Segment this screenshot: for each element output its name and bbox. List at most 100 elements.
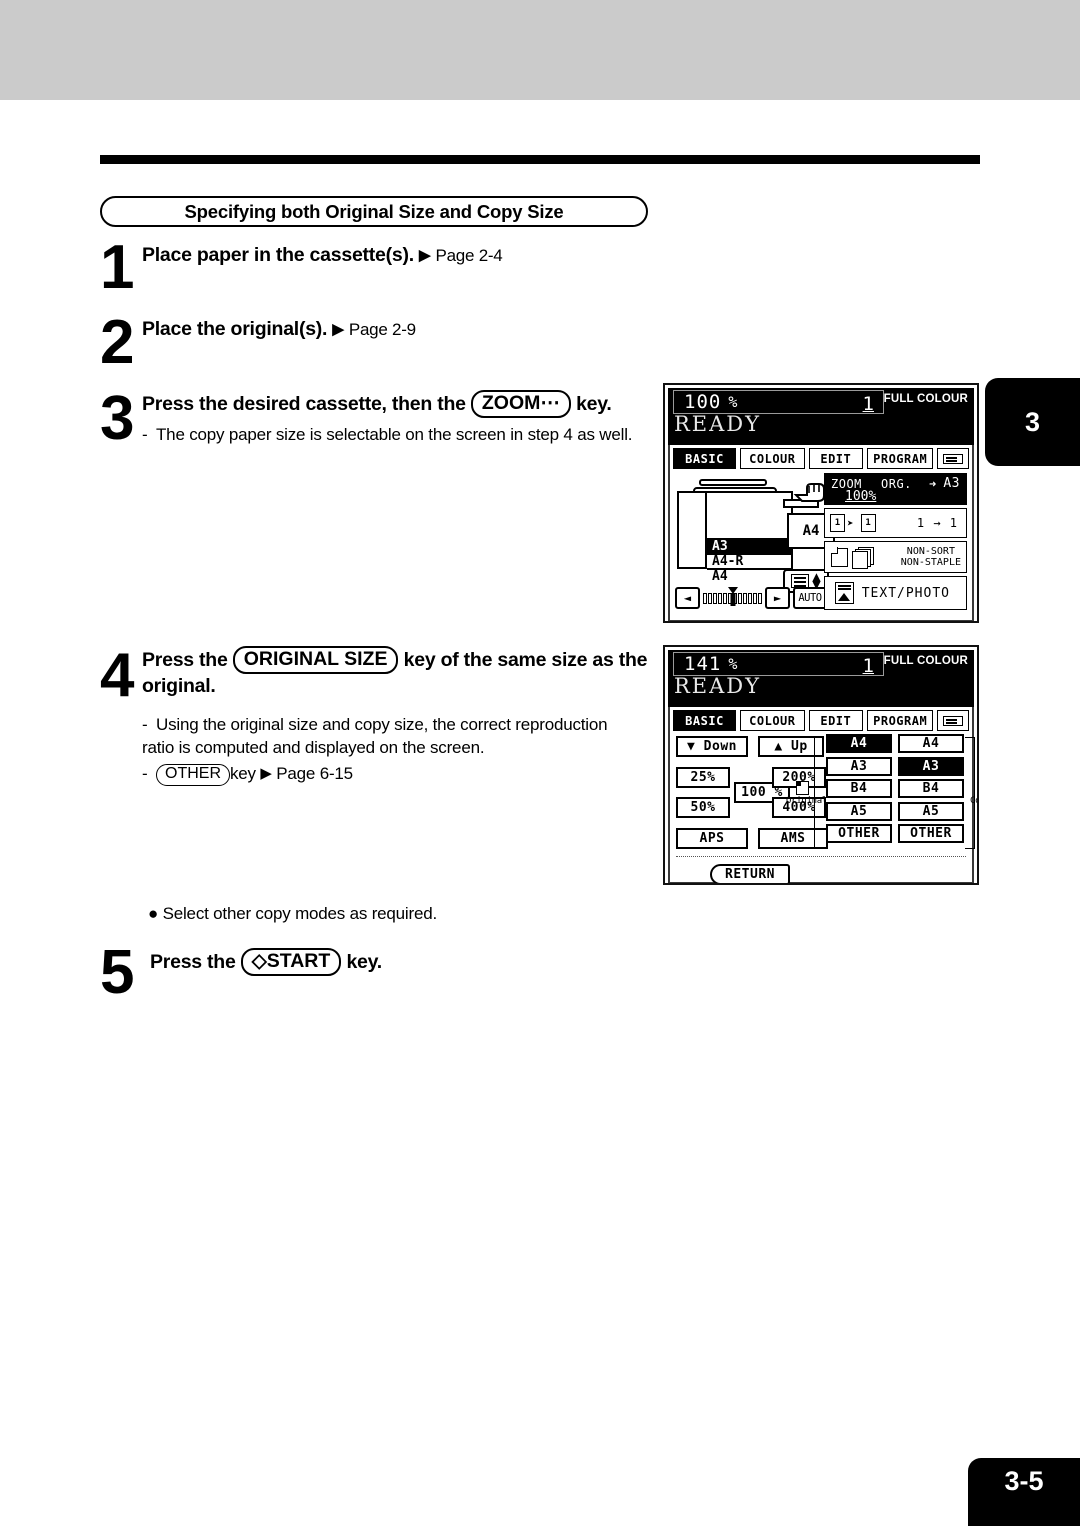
copy-bracket xyxy=(965,737,975,849)
zoom-target-size: A3 xyxy=(943,476,960,491)
auto-density-button[interactable]: AUTO xyxy=(793,587,827,609)
original-size-b4[interactable]: B4 xyxy=(826,779,892,798)
copy-size-a4[interactable]: A4 xyxy=(898,734,964,753)
step-3-title: Press the desired cassette, then the ZOO… xyxy=(142,390,672,418)
section-heading-label: Specifying both Original Size and Copy S… xyxy=(184,200,564,222)
copier-diagram-icon: A3 A4-R A4 xyxy=(677,479,793,584)
zoom-down-button[interactable]: ▼ Down xyxy=(676,736,748,757)
copy-size-a3[interactable]: A3 xyxy=(898,756,964,776)
step-1-title: Place paper in the cassette(s). ▶ Page 2… xyxy=(142,243,662,268)
lcd1-percent-sign: % xyxy=(728,393,738,411)
step-5-title-after: key. xyxy=(346,951,382,973)
lcd2-ratio-box: 141 % 1 xyxy=(673,652,884,677)
finishing-label: NON-SORT NON-STAPLE xyxy=(901,546,961,569)
lcd1-tab-list[interactable] xyxy=(937,448,969,469)
lcd2-copy-count: 1 xyxy=(862,655,874,677)
cassette-a4[interactable]: A4 xyxy=(707,568,793,584)
original-size-a5[interactable]: A5 xyxy=(826,801,892,821)
step-4-note2-text: key xyxy=(230,764,256,783)
aps-button[interactable]: APS xyxy=(676,828,748,849)
zoom-value: 100% xyxy=(845,489,877,504)
step-4-title-before: Press the xyxy=(142,649,228,671)
lcd1-density-slider-row[interactable]: ◄ ► AUTO xyxy=(675,585,833,611)
lcd1-tab-program[interactable]: PROGRAM xyxy=(866,448,934,469)
lcd2-status-bar: 141 % 1 FULL COLOUR READY xyxy=(668,650,974,707)
density-darker-button[interactable]: ► xyxy=(765,587,790,609)
lcd1-status-bar: 100 % 1 FULL COLOUR READY xyxy=(668,388,974,445)
step-1-title-text: Place paper in the cassette(s). xyxy=(142,244,414,266)
lcd1-colour-mode: FULL COLOUR xyxy=(883,393,968,405)
copy-size-b4[interactable]: B4 xyxy=(898,779,964,798)
lcd1-body: BASIC COLOUR EDIT PROGRAM A3 A4-R A4 A4 … xyxy=(668,445,974,621)
single-page-icon: 1 xyxy=(830,514,845,532)
original-size-column: A4 A3 B4 A5 OTHER xyxy=(826,734,892,847)
step-3-title-after: key. xyxy=(576,393,612,415)
lcd2-tab-program[interactable]: PROGRAM xyxy=(866,710,934,731)
lcd1-tab-basic[interactable]: BASIC xyxy=(673,448,736,469)
step-4-note2-ref: Page 6-15 xyxy=(276,764,353,783)
original-size-a3[interactable]: A3 xyxy=(826,756,892,776)
finishing-mode-row[interactable]: NON-SORT NON-STAPLE xyxy=(824,541,967,573)
lcd2-tab-colour[interactable]: COLOUR xyxy=(739,710,805,731)
image-mode-label: TEXT/PHOTO xyxy=(861,585,950,601)
density-lighter-button[interactable]: ◄ xyxy=(675,587,700,609)
lcd2-colour-mode: FULL COLOUR xyxy=(883,655,968,667)
step-4-number: 4 xyxy=(100,641,135,710)
lcd1-copy-count: 1 xyxy=(862,393,874,415)
cassette-empty[interactable] xyxy=(707,523,793,538)
chapter-number: 3 xyxy=(1024,406,1041,437)
arrow-icon: ▶ xyxy=(332,321,344,338)
step-4-note: - Using the original size and copy size, … xyxy=(142,715,608,758)
zoom-25-button[interactable]: 25% xyxy=(676,767,730,788)
arrow-icon: ▶ xyxy=(419,247,431,264)
lcd2-tab-row: BASIC COLOUR EDIT PROGRAM xyxy=(673,710,969,731)
step-4-note2: - OTHER key ▶ Page 6-15 xyxy=(142,762,642,786)
step-4-title: Press the ORIGINAL SIZE key of the same … xyxy=(142,646,662,699)
sheet-stack-icon xyxy=(852,546,876,569)
header-rule xyxy=(100,155,980,164)
step-2-reference: Page 2-9 xyxy=(348,320,416,339)
lcd-panel-basic-screen[interactable]: 100 % 1 FULL COLOUR READY BASIC COLOUR E… xyxy=(663,383,979,623)
image-mode-row[interactable]: TEXT/PHOTO xyxy=(824,576,967,610)
cassette-a3[interactable]: A3 xyxy=(707,538,793,554)
copy-size-other[interactable]: OTHER xyxy=(898,824,964,843)
copy-size-a5[interactable]: A5 xyxy=(898,801,964,821)
lcd2-tab-list[interactable] xyxy=(937,710,969,731)
zoom-key[interactable]: ZOOM⋯ xyxy=(470,390,571,418)
original-size-a4[interactable]: A4 xyxy=(826,734,892,753)
zoom-50-button[interactable]: 50% xyxy=(676,797,730,818)
lcd2-controls: ▼ Down ▲ Up 25% 50% 100 % 200% 400% APS … xyxy=(674,734,977,883)
finishing-line1: NON-SORT xyxy=(906,545,955,557)
lcd-panel-zoom-screen[interactable]: 141 % 1 FULL COLOUR READY BASIC COLOUR E… xyxy=(663,645,979,885)
cassette-a4r[interactable]: A4-R xyxy=(707,553,793,569)
copy-page-icon xyxy=(977,781,979,795)
lcd1-tab-colour[interactable]: COLOUR xyxy=(739,448,805,469)
original-size-other[interactable]: OTHER xyxy=(826,824,892,843)
step-2-title-text: Place the original(s). xyxy=(142,318,328,340)
lcd1-settings-column: ZOOM ORG. ➜ A3 100% 1 ➤ 1 1 → 1 NON-SORT… xyxy=(824,473,967,610)
zoom-ratio-row[interactable]: ZOOM ORG. ➜ A3 100% xyxy=(824,473,967,505)
start-key[interactable]: ◇START xyxy=(240,948,342,976)
step-1-reference: Page 2-4 xyxy=(435,246,503,265)
hand-icon xyxy=(793,479,827,505)
duplex-label: 1 → 1 xyxy=(916,516,958,530)
step-4-note-text: Using the original size and copy size, t… xyxy=(142,715,608,758)
original-size-key[interactable]: ORIGINAL SIZE xyxy=(232,646,399,674)
step-3-title-before: Press the desired cassette, then the xyxy=(142,393,466,415)
return-button[interactable]: RETURN xyxy=(710,864,790,883)
original-label: Original xyxy=(786,796,827,806)
copier-side-column xyxy=(677,491,707,569)
page-number: 3-5 xyxy=(1004,1466,1044,1496)
other-key[interactable]: OTHER xyxy=(156,764,230,786)
lcd2-percent-sign: % xyxy=(728,655,738,673)
original-page-icon xyxy=(795,780,809,795)
density-track[interactable] xyxy=(703,586,762,606)
lcd2-tab-basic[interactable]: BASIC xyxy=(673,710,736,731)
copy-modes-bullet: ● Select other copy modes as required. xyxy=(148,904,437,923)
chapter-tab-marker: 3 xyxy=(985,378,1080,466)
list-icon xyxy=(943,453,964,464)
duplex-mode-row[interactable]: 1 ➤ 1 1 → 1 xyxy=(824,508,967,538)
step-1-number: 1 xyxy=(100,233,135,302)
lcd2-tab-edit[interactable]: EDIT xyxy=(808,710,863,731)
lcd1-tab-edit[interactable]: EDIT xyxy=(808,448,863,469)
